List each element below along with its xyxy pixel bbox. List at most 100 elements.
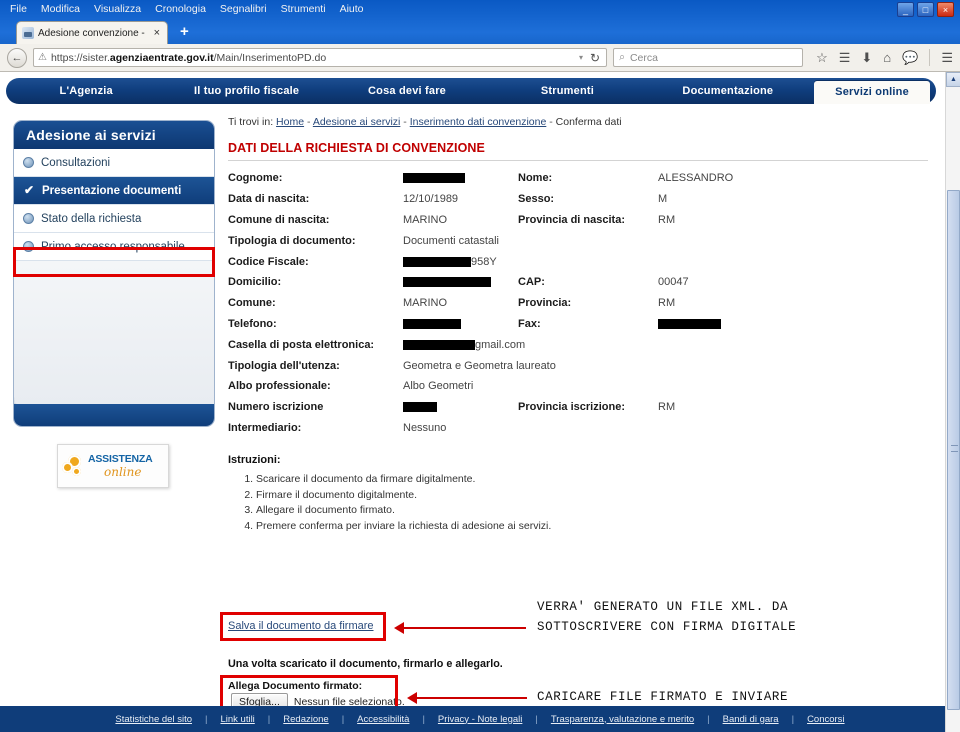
back-icon[interactable]: ← <box>7 47 27 68</box>
assistenza-online-logo[interactable]: ASSISTENZA online <box>57 444 169 488</box>
breadcrumb-link-home[interactable]: Home <box>276 116 304 128</box>
menu-modifica[interactable]: Modifica <box>41 3 80 15</box>
field-label: Fax: <box>518 317 541 330</box>
close-icon[interactable]: × <box>152 27 162 39</box>
hamburger-menu-icon[interactable]: ☰ <box>941 51 953 64</box>
menu-segnalibri[interactable]: Segnalibri <box>220 3 267 15</box>
url-text: https://sister.agenziaentrate.gov.it/Mai… <box>50 51 327 64</box>
menu-strumenti[interactable]: Strumenti <box>281 3 326 15</box>
close-button[interactable]: × <box>937 2 954 17</box>
field-value: M <box>658 193 668 206</box>
field-row-numero-iscrizione: Numero iscrizione Provincia iscrizione: … <box>228 397 928 418</box>
field-label: Provincia: <box>518 297 572 310</box>
sidebar-item-stato-richiesta[interactable]: Stato della richiesta <box>14 205 214 233</box>
field-value: Nessuno <box>403 421 447 434</box>
field-label: Comune: <box>228 297 276 310</box>
nav-item-documentazione[interactable]: Documentazione <box>648 81 808 101</box>
url-bar[interactable]: ⚠ https://sister.agenziaentrate.gov.it/M… <box>33 48 608 67</box>
breadcrumb-current: Conferma dati <box>555 116 622 128</box>
nav-item-cosa-devi-fare[interactable]: Cosa devi fare <box>327 81 487 101</box>
page-title: DATI DELLA RICHIESTA DI CONVENZIONE <box>228 141 928 161</box>
library-icon[interactable]: ☰ <box>839 51 851 64</box>
downloads-icon[interactable]: ⬇ <box>861 51 872 64</box>
convention-data-table: Cognome: Nome: ALESSANDRO Data di nascit… <box>228 168 928 438</box>
search-input[interactable]: ⌕ Cerca <box>613 48 804 67</box>
field-value <box>403 318 518 330</box>
footer-link-bandi-gara[interactable]: Bandi di gara <box>710 714 792 725</box>
nav-item-servizi-online[interactable]: Servizi online <box>814 81 931 104</box>
field-row-domicilio: Domicilio: CAP: 00047 <box>228 272 928 293</box>
browser-window-chrome: File Modifica Visualizza Cronologia Segn… <box>0 0 960 72</box>
field-value <box>658 318 721 330</box>
check-icon: ✔ <box>23 183 35 197</box>
sidebar-item-presentazione-documenti[interactable]: ✔ Presentazione documenti <box>14 177 214 205</box>
bullet-icon <box>23 213 34 224</box>
instruction-step: Allegare il documento firmato. <box>256 504 928 516</box>
nav-item-strumenti[interactable]: Strumenti <box>487 81 647 101</box>
breadcrumb-link-inserimento[interactable]: Inserimento dati convenzione <box>410 116 547 128</box>
scrollbar-thumb[interactable] <box>947 190 960 710</box>
application-menu-bar: File Modifica Visualizza Cronologia Segn… <box>0 0 960 18</box>
assistenza-logo-text: ASSISTENZA online <box>88 454 153 478</box>
field-label: Albo professionale: <box>228 380 331 393</box>
favicon-icon <box>22 27 34 39</box>
field-label: Tipologia dell'utenza: <box>228 359 340 372</box>
field-row-telefono: Telefono: Fax: <box>228 314 928 335</box>
sidebar-footer-bar <box>14 404 214 426</box>
chevron-down-icon[interactable]: ▾ <box>579 53 583 62</box>
redacted-value <box>403 173 465 184</box>
reload-icon[interactable]: ↻ <box>590 51 600 65</box>
restore-button[interactable]: □ <box>917 2 934 17</box>
field-label: Sesso: <box>518 193 555 206</box>
field-label: Cognome: <box>228 172 283 185</box>
field-value: MARINO <box>403 297 447 310</box>
chat-icon[interactable]: 💬 <box>902 51 918 64</box>
redacted-value <box>403 339 475 350</box>
nav-item-agenzia[interactable]: L'Agenzia <box>6 81 166 101</box>
browser-toolbar-icons: ☆ ☰ ⬇ ⌂ 💬 ☰ <box>809 49 953 66</box>
field-value: 12/10/1989 <box>403 193 459 206</box>
footer-link-statistiche[interactable]: Statistiche del sito <box>102 714 205 725</box>
instructions-list: Scaricare il documento da firmare digita… <box>242 473 928 532</box>
menu-file[interactable]: File <box>10 3 27 15</box>
field-row-comune-nascita: Comune di nascita: MARINO Provincia di n… <box>228 210 928 231</box>
field-row-intermediario: Intermediario: Nessuno <box>228 418 928 439</box>
breadcrumb-separator: - <box>403 116 407 128</box>
footer-link-concorsi[interactable]: Concorsi <box>794 714 858 725</box>
new-tab-button[interactable]: + <box>180 24 189 39</box>
menu-visualizza[interactable]: Visualizza <box>94 3 141 15</box>
web-page-viewport: L'Agenzia Il tuo profilo fiscale Cosa de… <box>0 72 960 732</box>
url-bar-actions: ▾ ↻ <box>579 51 602 65</box>
field-label: Casella di posta elettronica: <box>228 338 375 351</box>
sidebar-item-label: Stato della richiesta <box>41 212 142 225</box>
field-label: Provincia iscrizione: <box>518 401 625 414</box>
redacted-value <box>403 319 461 330</box>
sidebar-item-consultazioni[interactable]: Consultazioni <box>14 149 214 177</box>
scroll-up-arrow-icon[interactable]: ▲ <box>946 72 960 87</box>
field-value: Documenti catastali <box>403 234 499 247</box>
browser-tab[interactable]: Adesione convenzione - Pres... × <box>16 21 168 44</box>
field-value: 00047 <box>658 276 689 289</box>
minimize-button[interactable]: _ <box>897 2 914 17</box>
footer-link-accessibilita[interactable]: Accessibilità <box>344 714 422 725</box>
menu-cronologia[interactable]: Cronologia <box>155 3 206 15</box>
breadcrumb-link-adesione[interactable]: Adesione ai servizi <box>313 116 401 128</box>
bookmark-star-icon[interactable]: ☆ <box>816 51 828 64</box>
nav-item-profilo-fiscale[interactable]: Il tuo profilo fiscale <box>166 81 326 101</box>
breadcrumb: Ti trovi in: Home - Adesione ai servizi … <box>228 116 928 128</box>
sidebar-title: Adesione ai servizi <box>14 121 214 149</box>
menu-aiuto[interactable]: Aiuto <box>340 3 364 15</box>
field-label: Telefono: <box>228 317 277 330</box>
field-row-comune: Comune: MARINO Provincia: RM <box>228 293 928 314</box>
warning-icon: ⚠ <box>38 52 47 63</box>
download-note: Una volta scaricato il documento, firmar… <box>228 658 503 670</box>
home-icon[interactable]: ⌂ <box>883 51 891 64</box>
footer-link-privacy[interactable]: Privacy - Note legali <box>425 714 535 725</box>
redacted-value <box>403 402 437 413</box>
footer-link-trasparenza[interactable]: Trasparenza, valutazione e merito <box>538 714 707 725</box>
page-scrollbar[interactable]: ▲ <box>945 72 960 732</box>
sidebar-map-background <box>14 261 214 406</box>
gears-icon <box>62 453 86 479</box>
footer-link-redazione[interactable]: Redazione <box>270 714 341 725</box>
footer-link-link-utili[interactable]: Link utili <box>207 714 267 725</box>
